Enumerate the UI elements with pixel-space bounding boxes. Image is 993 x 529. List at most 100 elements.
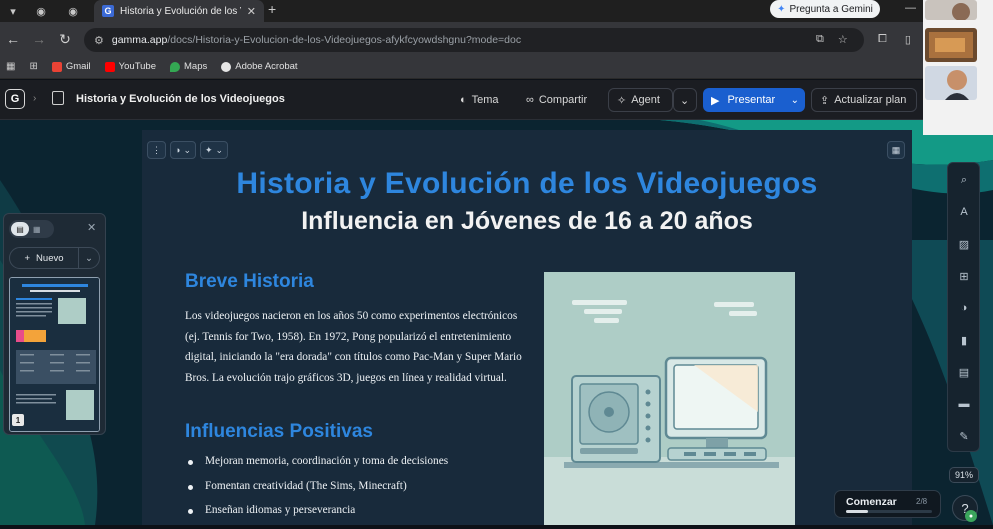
present-button[interactable]: ▶ Presentar ⌄ <box>703 88 805 112</box>
forward-arrow-icon[interactable]: → <box>30 30 48 48</box>
bookmarks-bar: ▦ ⊞ Gmail YouTube Maps Adobe Acrobat <box>0 55 993 79</box>
new-card-label: Nuevo <box>36 252 64 264</box>
slide-number-badge: 1 <box>12 414 24 426</box>
slide-thumbnail[interactable] <box>9 277 100 432</box>
youtube-icon <box>104 61 115 72</box>
url-text: gamma.app/docs/Historia-y-Evolucion-de-l… <box>112 34 521 46</box>
link-icon: ∞ <box>526 94 534 106</box>
get-started-progress-fill <box>846 510 868 513</box>
get-started-label: Comenzar <box>846 496 897 508</box>
pinned-tab-icon[interactable]: ◉ <box>64 2 82 20</box>
ask-gemini-button[interactable]: ✦ Pregunta a Gemini <box>770 0 880 18</box>
agent-button[interactable]: ✧ Agent <box>608 88 673 112</box>
gamma-logo[interactable]: G <box>5 89 25 109</box>
ask-gemini-label: Pregunta a Gemini <box>789 3 873 15</box>
card-layout-icon[interactable]: ▦ <box>887 141 905 159</box>
card-style-button[interactable]: ◑ ⌄ <box>170 141 196 159</box>
section-heading-history[interactable]: Breve Historia <box>185 271 314 293</box>
bullet-dot <box>188 460 193 465</box>
active-browser-tab[interactable]: G Historia y Evolución de los Vide ✕ <box>94 0 264 22</box>
gmail-icon <box>51 61 62 72</box>
bullet-dot <box>188 484 193 490</box>
participant-video <box>925 28 977 62</box>
list-view-icon[interactable]: ▤ <box>11 222 29 236</box>
bookmark-maps[interactable]: Maps <box>170 61 207 72</box>
breadcrumb-chevron-icon: › <box>33 93 37 104</box>
site-settings-icon[interactable]: ⚙ <box>94 34 104 47</box>
bookmark-gmail[interactable]: Gmail <box>51 61 91 72</box>
list-item-text: Mejoran memoria, coordinación y toma de … <box>205 455 449 467</box>
chart-icon[interactable]: ▮ <box>956 333 972 347</box>
bookmark-label: Maps <box>184 61 208 72</box>
theme-label: Tema <box>471 94 499 106</box>
zoom-level[interactable]: 91% <box>949 467 979 483</box>
card-drag-handle-icon[interactable]: ⋮ <box>147 141 166 159</box>
address-bar[interactable]: ⚙ gamma.app/docs/Historia-y-Evolucion-de… <box>84 28 864 52</box>
url-path: /docs/Historia-y-Evolucion-de-los-Videoj… <box>167 34 522 46</box>
new-card-button[interactable]: + Nuevo ⌄ <box>9 247 100 269</box>
reload-icon[interactable]: ↻ <box>56 30 74 48</box>
chevron-down-icon: ⌄ <box>215 144 224 155</box>
close-panel-icon[interactable]: ✕ <box>87 221 96 234</box>
bookmark-adobe-acrobat[interactable]: Adobe Acrobat <box>221 61 298 72</box>
share-button[interactable]: ∞ Compartir <box>518 88 595 112</box>
new-card-label-group[interactable]: + Nuevo <box>10 248 79 268</box>
list-item[interactable]: Fomentan creatividad (The Sims, Minecraf… <box>188 480 448 505</box>
document-icon <box>52 91 64 105</box>
history-paragraph[interactable]: Los videojuegos nacieron en los años 50 … <box>185 306 525 388</box>
plus-icon: + <box>24 252 31 264</box>
apps-grid-icon[interactable]: ▦ <box>6 61 15 72</box>
image-icon[interactable]: ▨ <box>956 237 972 251</box>
url-host: gamma.app <box>111 34 168 46</box>
embed-icon[interactable]: ▬ <box>956 397 972 411</box>
back-arrow-icon[interactable]: ← <box>4 30 22 48</box>
palette-icon: ◑ <box>175 145 181 155</box>
bookmark-label: YouTube <box>118 61 156 72</box>
pinned-tab-icon[interactable]: ◉ <box>32 2 50 20</box>
bookmark-folder-icon[interactable]: ⊞ <box>29 61 37 72</box>
bookmark-label: Gmail <box>65 61 91 72</box>
bookmark-youtube[interactable]: YouTube <box>104 61 156 72</box>
toggle-icon[interactable]: ◑ <box>956 301 972 315</box>
chevron-down-icon: ⌄ <box>183 144 191 155</box>
slide-subtitle[interactable]: Influencia en Jóvenes de 16 a 20 años <box>142 207 912 236</box>
doc-title[interactable]: Historia y Evolución de los Videojuegos <box>76 93 285 105</box>
sidebar-icon[interactable]: ▯ <box>905 33 911 46</box>
grid-view-icon[interactable]: ▦ <box>33 225 41 234</box>
card-ai-button[interactable]: ✦ ⌄ <box>199 141 229 159</box>
gamma-favicon-icon: G <box>102 5 114 17</box>
grid-blocks-icon[interactable]: ⊞ <box>956 269 972 283</box>
card-toolbar: ⋮ ◑ ⌄ ✦ ⌄ <box>147 141 229 159</box>
install-app-icon[interactable]: ⧉ <box>816 33 824 46</box>
play-icon: ▶ <box>711 94 720 107</box>
retro-computer-illustration[interactable] <box>544 272 795 525</box>
list-item-text: Fomentan creatividad (The Sims, Minecraf… <box>205 479 407 492</box>
bookmark-star-icon[interactable]: ☆ <box>838 33 848 46</box>
present-dropdown-chevron-icon[interactable]: ⌄ <box>791 95 799 106</box>
gemini-sparkle-icon: ✦ <box>777 3 786 15</box>
palette-icon: ◐ <box>460 94 467 106</box>
new-tab-button[interactable]: + <box>268 1 276 17</box>
search-icon[interactable]: ⌕ <box>956 173 972 187</box>
slide-title[interactable]: Historia y Evolución de los Videojuegos <box>142 167 912 201</box>
tab-search-icon[interactable]: ▾ <box>4 2 22 20</box>
chevron-down-icon[interactable]: ⌄ <box>79 253 99 264</box>
edit-icon[interactable]: ✎ <box>956 429 972 443</box>
upgrade-plan-button[interactable]: ⇪ Actualizar plan <box>811 88 917 112</box>
section-heading-positive[interactable]: Influencias Positivas <box>185 421 373 443</box>
theme-button[interactable]: ◐ Tema <box>452 88 507 112</box>
agent-dropdown-button[interactable]: ⌄ <box>673 88 697 112</box>
participant-video <box>925 0 977 20</box>
close-tab-icon[interactable]: ✕ <box>247 5 256 18</box>
list-item[interactable]: Mejoran memoria, coordinación y toma de … <box>188 455 448 480</box>
bookmark-label: Adobe Acrobat <box>235 61 298 72</box>
tab-title: Historia y Evolución de los Vide <box>120 5 241 17</box>
text-style-icon[interactable]: A <box>956 205 972 219</box>
upgrade-icon: ⇪ <box>820 94 830 107</box>
minimize-icon[interactable]: — <box>905 2 916 14</box>
list-item-text: Enseñan idiomas y perseverancia <box>205 504 356 516</box>
extensions-icon[interactable]: ⧠ <box>878 33 887 46</box>
panel-view-toggle[interactable]: ▤ ▦ <box>9 220 54 238</box>
share-label: Compartir <box>538 94 588 106</box>
layout-icon[interactable]: ▤ <box>956 365 972 379</box>
